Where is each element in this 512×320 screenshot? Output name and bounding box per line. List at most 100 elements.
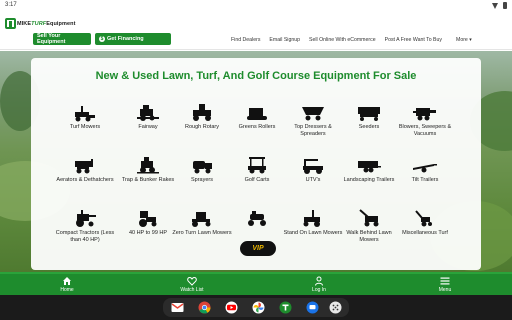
- site-header: MIKETURFEquipment Sell Your Equipment $ …: [0, 12, 512, 50]
- landscaping-trailer-icon: [358, 161, 381, 173]
- user-icon: [315, 276, 323, 286]
- home-icon: [63, 277, 71, 285]
- category-miscellaneous-turf[interactable]: Miscellaneous Turf: [394, 208, 456, 253]
- turf-app-icon[interactable]: [279, 301, 292, 314]
- category-40-hp-to-99-hp[interactable]: 40 HP to 99 HP: [117, 208, 179, 253]
- tractor-icon: [139, 211, 157, 227]
- gmail-icon[interactable]: [171, 301, 184, 314]
- category-trap-bunker-rakes[interactable]: Trap & Bunker Rakes: [117, 155, 179, 200]
- nav-email-signup[interactable]: Email Signup: [269, 37, 300, 43]
- tilt-trailer-icon: [413, 164, 437, 173]
- fairway-mower-icon: [137, 105, 159, 121]
- seeder-icon: [358, 107, 380, 121]
- category-zero-turn-lawn-mowers[interactable]: Zero Turn Lawn Mowers: [171, 208, 233, 253]
- wifi-icon: [492, 2, 499, 9]
- bunker-rake-icon: [137, 157, 159, 174]
- logo-suffix: Equipment: [46, 20, 76, 27]
- category-walk-behind-lawn-mowers[interactable]: Walk Behind Lawn Mowers: [338, 208, 400, 253]
- top-dresser-icon: [302, 107, 324, 121]
- category-seeders[interactable]: Seeders: [338, 102, 400, 147]
- bottom-nav-log-in[interactable]: Log In: [289, 276, 349, 293]
- heart-icon: [187, 276, 197, 286]
- system-icons: [492, 2, 507, 9]
- greens-roller-icon: [247, 108, 267, 120]
- category-label: Walk Behind Lawn Mowers: [346, 230, 392, 243]
- golf-cart-icon: [248, 157, 266, 174]
- walk-behind-mower-icon: [359, 209, 379, 227]
- category-label: UTV's: [305, 177, 321, 183]
- category-label: Turf Mowers: [69, 124, 101, 130]
- messages-icon[interactable]: [306, 301, 319, 314]
- sell-equipment-button[interactable]: Sell Your Equipment: [33, 33, 91, 45]
- bottom-nav: Home Watch List Log In Menu: [0, 272, 512, 295]
- category-aerators-dethatchers[interactable]: Aerators & Dethatchers: [54, 155, 116, 200]
- page-title: New & Used Lawn, Turf, And Golf Course E…: [95, 70, 417, 82]
- status-bar: 3:17: [0, 0, 512, 12]
- zero-turn-mower-icon: [192, 212, 211, 227]
- miscellaneous-turf-icon: [415, 210, 432, 227]
- category-blowers-sweepers-vacuums[interactable]: Blowers, Sweepers & Vacuums: [394, 102, 456, 147]
- category-greens-rollers[interactable]: Greens Rollers: [226, 102, 288, 147]
- bottom-nav-menu-label: Menu: [438, 287, 452, 293]
- category-label: Seeders: [358, 124, 380, 130]
- logo-mark-icon: [5, 18, 16, 29]
- site-logo[interactable]: MIKETURFEquipment: [5, 18, 76, 29]
- category-label: Aerators & Dethatchers: [56, 177, 114, 183]
- get-financing-button[interactable]: $ Get Financing: [95, 33, 171, 45]
- nav-sell-online[interactable]: Sell Online With eCommerce: [309, 37, 376, 43]
- app-dock: [163, 298, 349, 317]
- category-label: Trap & Bunker Rakes: [121, 177, 175, 183]
- youtube-icon[interactable]: [225, 301, 238, 314]
- bottom-nav-menu[interactable]: Menu: [415, 276, 475, 293]
- nav-post-want-to-buy[interactable]: Post A Free Want To Buy: [385, 37, 442, 43]
- bottom-nav-home-label: Home: [60, 287, 74, 293]
- nav-find-dealers[interactable]: Find Dealers: [231, 37, 260, 43]
- nav-more-dropdown[interactable]: More ▾: [456, 37, 472, 43]
- vip-badge-label: VIP: [252, 245, 264, 252]
- category-fairway[interactable]: Fairway: [117, 102, 179, 147]
- category-top-dressers-spreaders[interactable]: Top Dressers & Spreaders: [282, 102, 344, 147]
- sprayer-icon: [193, 161, 212, 174]
- category-label: Top Dressers & Spreaders: [294, 124, 332, 137]
- chrome-icon[interactable]: [198, 301, 211, 314]
- category-rough-rotary[interactable]: Rough Rotary: [171, 102, 233, 147]
- category-golf-carts[interactable]: Golf Carts: [226, 155, 288, 200]
- rough-rotary-icon: [193, 104, 211, 121]
- category-sprayers[interactable]: Sprayers: [171, 155, 233, 200]
- status-time: 3:17: [5, 2, 17, 8]
- category-label: Golf Carts: [244, 177, 270, 183]
- category-compact-tractors-less-than-40-hp[interactable]: Compact Tractors (Less than 40 HP): [54, 208, 116, 253]
- app-drawer-icon[interactable]: [329, 301, 342, 314]
- android-taskbar: [0, 295, 512, 320]
- category-stand-on-lawn-mowers[interactable]: Stand On Lawn Mowers: [282, 208, 344, 253]
- bottom-nav-log-in-label: Log In: [312, 287, 326, 293]
- bottom-nav-home[interactable]: Home: [37, 276, 97, 293]
- category-panel: New & Used Lawn, Turf, And Golf Course E…: [31, 58, 481, 270]
- logo-prefix: MIKE: [17, 20, 32, 27]
- category-label: 40 HP to 99 HP: [128, 230, 168, 236]
- category-label: Sprayers: [190, 177, 213, 183]
- battery-icon: [503, 2, 507, 9]
- category-tilt-trailers[interactable]: Tilt Trailers: [394, 155, 456, 200]
- bottom-nav-watch-list[interactable]: Watch List: [162, 276, 222, 293]
- menu-icon: [440, 277, 450, 285]
- get-financing-label: Get Financing: [107, 36, 144, 42]
- turf-mower-icon: [75, 106, 95, 122]
- vip-badge-button[interactable]: VIP: [240, 241, 276, 256]
- category-label: Compact Tractors (Less than 40 HP): [55, 230, 115, 243]
- category-label: Tilt Trailers: [411, 177, 439, 183]
- aerator-icon: [75, 159, 93, 174]
- riding-mower-icon: [248, 211, 266, 226]
- dollar-icon: $: [99, 36, 105, 42]
- category-landscaping-trailers[interactable]: Landscaping Trailers: [338, 155, 400, 200]
- sell-equipment-label: Sell Your Equipment: [37, 33, 66, 45]
- category-label: Blowers, Sweepers & Vacuums: [398, 124, 452, 137]
- category-label: Stand On Lawn Mowers: [283, 230, 343, 236]
- photos-icon[interactable]: [252, 301, 265, 314]
- category-label: Landscaping Trailers: [343, 177, 395, 183]
- category-label: Miscellaneous Turf: [402, 230, 448, 236]
- category-utv-s[interactable]: UTV's: [282, 155, 344, 200]
- category-turf-mowers[interactable]: Turf Mowers: [54, 102, 116, 147]
- top-nav: Find Dealers Email Signup Sell Online Wi…: [231, 37, 442, 43]
- logo-accent: TURF: [31, 20, 47, 27]
